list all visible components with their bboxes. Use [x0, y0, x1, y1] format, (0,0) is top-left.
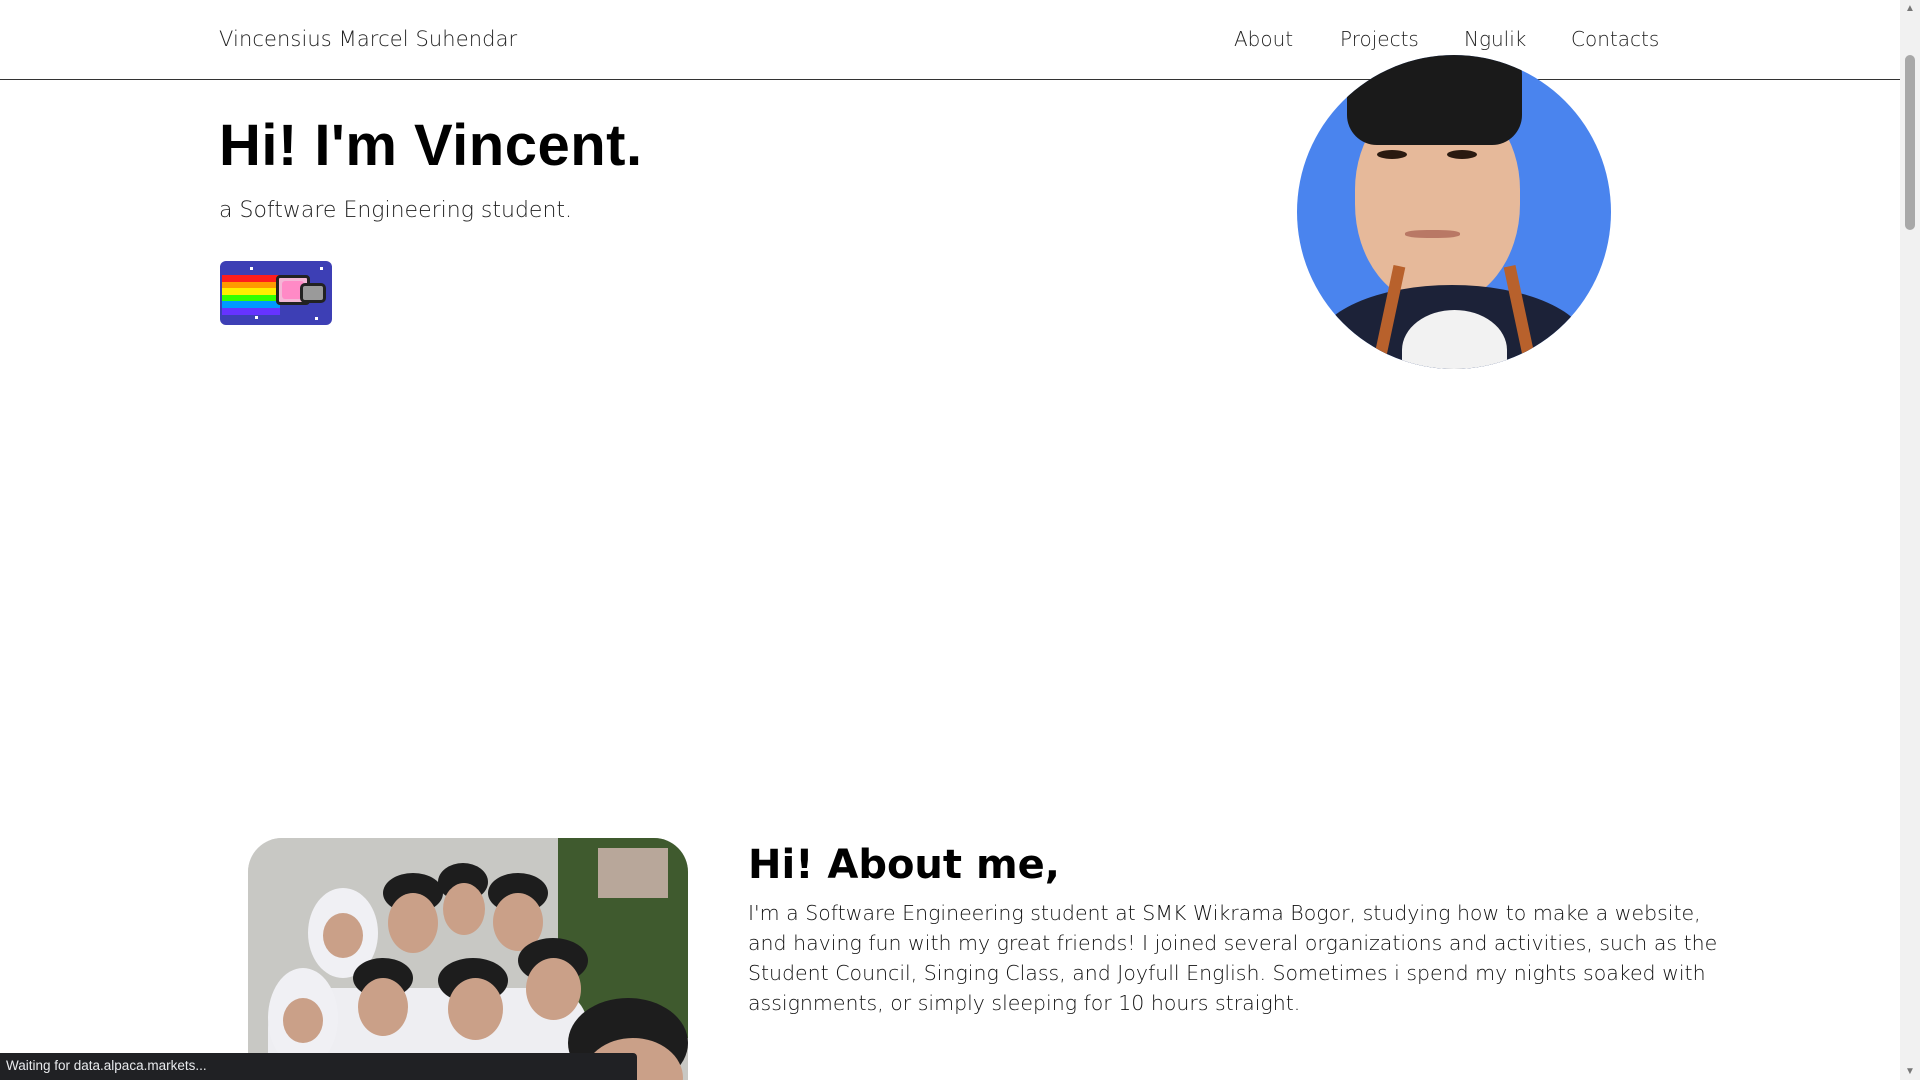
star-decor [315, 317, 318, 320]
about-group-photo [248, 838, 688, 1080]
profile-avatar [1297, 55, 1611, 369]
cat-head [300, 283, 326, 303]
photo-person [448, 978, 503, 1040]
nav-contacts[interactable]: Contacts [1571, 27, 1659, 51]
rainbow-trail [222, 275, 280, 315]
navbar: Vincensius Marcel Suhendar About Project… [0, 0, 1900, 80]
avatar-eye [1377, 150, 1407, 159]
browser-status-bar: Waiting for data.alpaca.markets... [0, 1053, 637, 1080]
scroll-thumb[interactable] [1905, 55, 1915, 230]
avatar-hair [1347, 55, 1522, 145]
scroll-down-icon[interactable]: ▼ [1900, 1063, 1920, 1080]
about-description: I'm a Software Engineering student at SM… [748, 901, 1718, 1015]
photo-person [283, 998, 323, 1043]
nav-projects[interactable]: Projects [1340, 27, 1419, 51]
nav-links: About Projects Ngulik Contacts [0, 27, 1900, 57]
photo-person [358, 978, 408, 1036]
photo-roof [598, 848, 668, 898]
photo-person [526, 958, 581, 1020]
star-decor [320, 267, 323, 270]
nav-ngulik[interactable]: Ngulik [1464, 27, 1526, 51]
about-title: Hi! About me, [748, 842, 1060, 888]
page-scrollbar[interactable]: ▲ ▼ [1900, 0, 1920, 1080]
scroll-up-icon[interactable]: ▲ [1900, 0, 1920, 17]
photo-person [443, 883, 485, 935]
nav-about[interactable]: About [1234, 27, 1293, 51]
avatar-eye [1447, 150, 1477, 159]
hero-title: Hi! I'm Vincent. [219, 113, 643, 178]
hero-subtitle: a Software Engineering student. [219, 198, 573, 223]
star-decor [255, 316, 258, 319]
photo-person [388, 893, 438, 953]
star-decor [250, 267, 253, 270]
nyan-cat-image [220, 261, 332, 325]
photo-person [323, 913, 363, 958]
avatar-mouth [1405, 230, 1460, 238]
